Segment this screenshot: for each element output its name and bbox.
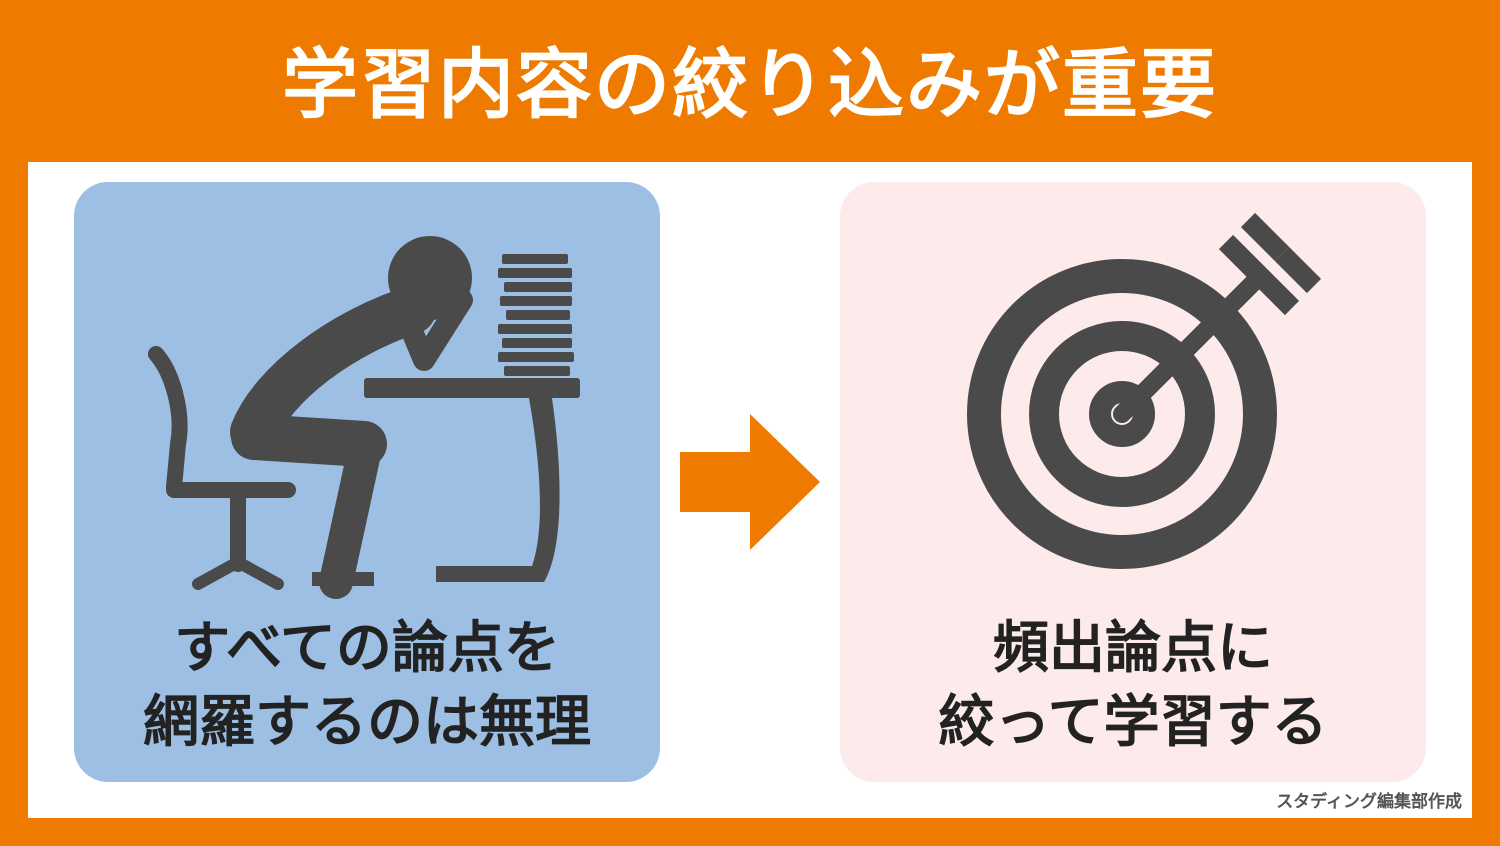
right-caption: 頻出論点に 絞って学習する xyxy=(840,612,1426,760)
page-title: 学習内容の絞り込みが重要 xyxy=(282,40,1218,129)
arrow-right-icon xyxy=(680,414,820,550)
left-caption: すべての論点を 網羅するのは無理 xyxy=(74,612,660,760)
left-caption-line2: 網羅するのは無理 xyxy=(143,690,591,755)
right-caption-line1: 頻出論点に xyxy=(993,616,1273,681)
content-panel: すべての論点を 網羅するのは無理 頻出論点に 絞って学習する スタディング編集部… xyxy=(28,162,1472,818)
credit-text: スタディング編集部作成 xyxy=(1276,792,1462,812)
left-card: すべての論点を 網羅するのは無理 xyxy=(74,182,660,782)
right-card: 頻出論点に 絞って学習する xyxy=(840,182,1426,782)
left-caption-line1: すべての論点を xyxy=(174,616,560,681)
target-arrow-icon xyxy=(967,212,1322,569)
stressed-student-desk-icon xyxy=(148,236,580,599)
right-caption-line2: 絞って学習する xyxy=(938,690,1328,755)
